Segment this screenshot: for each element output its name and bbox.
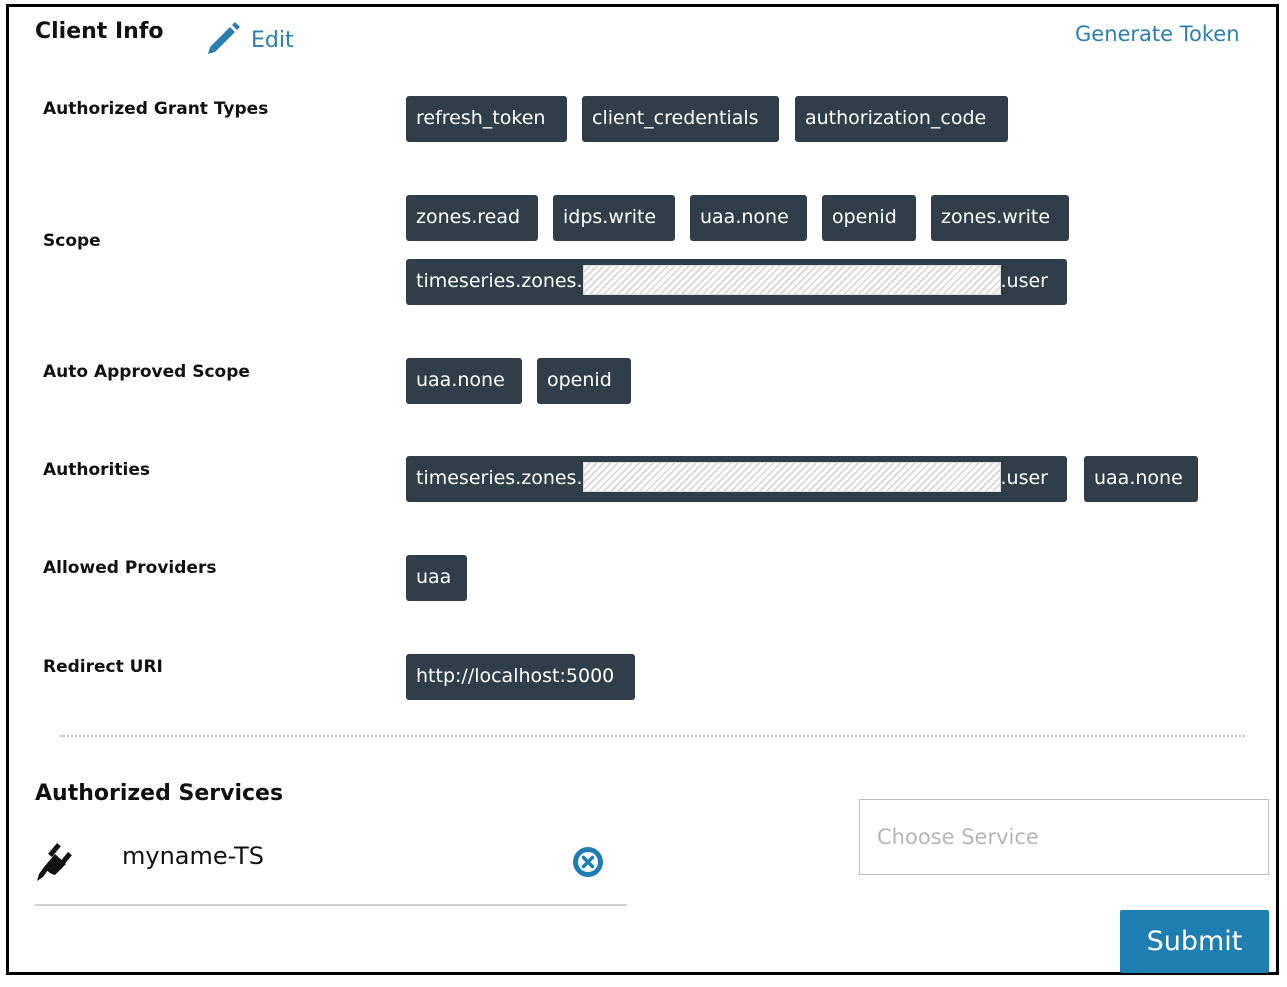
choose-service-input[interactable] (859, 799, 1269, 875)
redacted-segment (582, 462, 1001, 492)
scope-masked-tag: timeseries.zones. .user (406, 259, 1067, 305)
auto-approved-label: Auto Approved Scope (43, 362, 250, 382)
scope-tag: uaa.none (690, 195, 807, 241)
tag-prefix: timeseries.zones. (416, 467, 583, 489)
authority-tag: uaa.none (1084, 456, 1198, 502)
remove-service-button[interactable] (571, 845, 605, 883)
edit-button[interactable]: Edit (205, 20, 294, 60)
scope-tag: openid (822, 195, 916, 241)
generate-token-link[interactable]: Generate Token (1075, 22, 1240, 46)
grant-type-tag: refresh_token (406, 96, 567, 142)
providers-label: Allowed Providers (43, 558, 217, 578)
tag-suffix: .user (1000, 467, 1048, 489)
submit-button[interactable]: Submit (1120, 910, 1269, 973)
scope-tag: idps.write (553, 195, 675, 241)
grant-type-tag: authorization_code (795, 96, 1008, 142)
auto-approved-tag: uaa.none (406, 358, 522, 404)
tag-suffix: .user (1000, 270, 1048, 292)
plug-icon (35, 839, 75, 885)
provider-tag: uaa (406, 555, 467, 601)
authorities-label: Authorities (43, 460, 150, 480)
scope-label: Scope (43, 231, 101, 251)
redirect-uri-tag: http://localhost:5000 (406, 654, 635, 700)
edit-label: Edit (251, 27, 294, 53)
service-row-separator (35, 904, 627, 906)
scope-tag: zones.read (406, 195, 538, 241)
authority-masked-tag: timeseries.zones. .user (406, 456, 1067, 502)
pencil-icon (205, 20, 241, 60)
close-circle-icon (573, 847, 603, 877)
page-title: Client Info (35, 19, 164, 44)
redacted-segment (582, 265, 1001, 295)
grant-type-tag: client_credentials (582, 96, 779, 142)
service-name: myname-TS (122, 842, 264, 870)
redirect-label: Redirect URI (43, 657, 163, 677)
scope-tag: zones.write (931, 195, 1069, 241)
grant-types-label: Authorized Grant Types (43, 99, 269, 119)
authorized-services-title: Authorized Services (35, 781, 284, 806)
tag-prefix: timeseries.zones. (416, 270, 583, 292)
auto-approved-tag: openid (537, 358, 631, 404)
section-divider (60, 735, 1245, 737)
